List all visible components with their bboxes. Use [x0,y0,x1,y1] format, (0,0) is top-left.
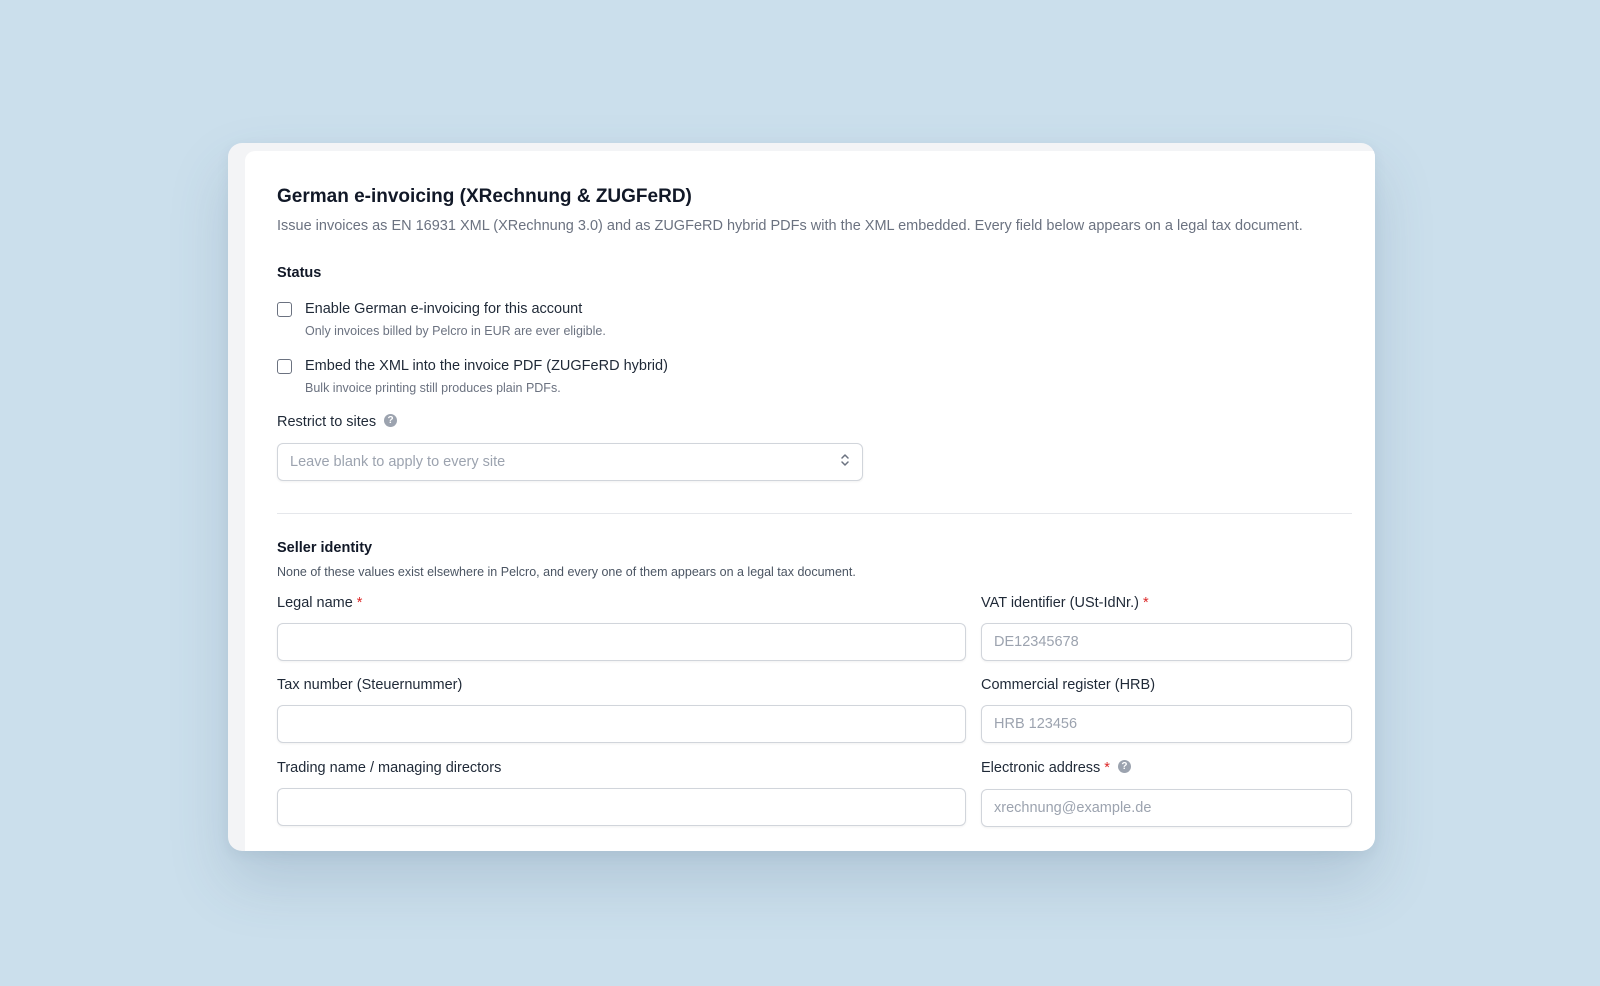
page-description: Issue invoices as EN 16931 XML (XRechnun… [277,218,1303,234]
vat-id-input[interactable] [981,623,1352,661]
vat-id-label: VAT identifier (USt-IdNr.) [981,595,1139,611]
required-marker: * [1142,595,1149,611]
electronic-address-input[interactable] [981,789,1352,827]
electronic-address-label: Electronic address [981,760,1101,776]
embed-xml-help: Bulk invoice printing still produces pla… [305,381,561,395]
restrict-sites-placeholder: Leave blank to apply to every site [290,454,506,470]
tax-number-input[interactable] [277,705,966,743]
required-marker: * [356,595,363,611]
legal-name-label-row: Legal name * [277,595,362,611]
enable-einvoicing-option[interactable]: Enable German e-invoicing for this accou… [277,300,606,338]
required-marker: * [1104,760,1110,776]
seller-identity-help: None of these values exist elsewhere in … [277,565,856,579]
tax-number-label-row: Tax number (Steuernummer) [277,677,462,693]
settings-card-frame: German e-invoicing (XRechnung & ZUGFeRD)… [228,143,1375,851]
electronic-address-label-row: Electronic address * ? [981,759,1131,776]
settings-card: German e-invoicing (XRechnung & ZUGFeRD)… [245,151,1375,851]
status-heading: Status [277,265,322,281]
legal-name-input[interactable] [277,623,966,661]
enable-einvoicing-text: Enable German e-invoicing for this accou… [305,300,606,338]
trading-name-label: Trading name / managing directors [277,760,502,776]
commercial-register-label: Commercial register (HRB) [981,677,1156,693]
embed-xml-text: Embed the XML into the invoice PDF (ZUGF… [305,357,668,395]
question-circle-icon[interactable]: ? [384,413,398,427]
embed-xml-label[interactable]: Embed the XML into the invoice PDF (ZUGF… [305,357,668,376]
seller-identity-heading: Seller identity [277,540,373,556]
chevron-up-down-icon [840,453,850,472]
enable-einvoicing-checkbox[interactable] [277,302,292,317]
section-divider [277,513,1352,514]
restrict-sites-label: Restrict to sites [277,414,377,430]
commercial-register-label-row: Commercial register (HRB) [981,677,1155,693]
question-circle-icon[interactable]: ? [1117,759,1131,773]
embed-xml-checkbox[interactable] [277,359,292,374]
restrict-sites-select[interactable]: Leave blank to apply to every site [277,443,863,481]
trading-name-input[interactable] [277,788,966,826]
commercial-register-input[interactable] [981,705,1352,743]
tax-number-label: Tax number (Steuernummer) [277,677,463,693]
page-title: German e-invoicing (XRechnung & ZUGFeRD) [277,186,692,207]
restrict-sites-label-row: Restrict to sites ? [277,413,398,430]
legal-name-label: Legal name [277,595,353,611]
enable-einvoicing-label[interactable]: Enable German e-invoicing for this accou… [305,300,606,319]
vat-id-label-row: VAT identifier (USt-IdNr.) * [981,595,1149,611]
embed-xml-option[interactable]: Embed the XML into the invoice PDF (ZUGF… [277,357,668,395]
trading-name-label-row: Trading name / managing directors [277,760,501,776]
enable-einvoicing-help: Only invoices billed by Pelcro in EUR ar… [305,324,606,338]
